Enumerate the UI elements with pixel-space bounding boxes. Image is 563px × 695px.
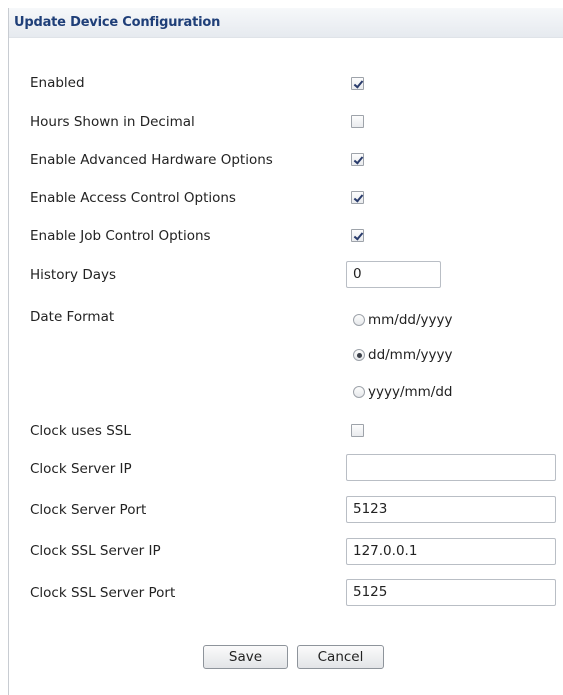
clock-server-ip-label: Clock Server IP [30, 461, 132, 477]
hours-decimal-checkbox[interactable] [351, 115, 364, 128]
clock-server-port-input[interactable]: 5123 [346, 496, 556, 523]
hours-decimal-label: Hours Shown in Decimal [30, 114, 195, 130]
clock-server-port-label: Clock Server Port [30, 502, 147, 518]
date-format-option-label: yyyy/mm/dd [368, 384, 453, 400]
access-control-label: Enable Access Control Options [30, 190, 236, 206]
clock-ssl-server-port-input[interactable]: 5125 [346, 579, 556, 606]
job-control-label: Enable Job Control Options [30, 228, 211, 244]
clock-ssl-server-ip-input[interactable]: 127.0.0.1 [346, 538, 556, 565]
access-control-checkbox[interactable] [351, 191, 364, 204]
date-format-radio-mdy[interactable] [353, 314, 365, 326]
clock-ssl-label: Clock uses SSL [30, 423, 131, 439]
date-format-radio-ymd[interactable] [353, 386, 365, 398]
advanced-hardware-checkbox[interactable] [351, 153, 364, 166]
date-format-option-label: mm/dd/yyyy [368, 312, 453, 328]
clock-ssl-server-port-label: Clock SSL Server Port [30, 585, 176, 601]
save-button[interactable]: Save [203, 645, 288, 669]
enabled-label: Enabled [30, 75, 85, 91]
date-format-radio-dmy[interactable] [353, 349, 365, 361]
history-days-input[interactable]: 0 [346, 261, 441, 288]
enabled-checkbox[interactable] [351, 77, 364, 90]
device-config-panel: Update Device Configuration Enabled Hour… [8, 8, 563, 695]
clock-ssl-server-ip-label: Clock SSL Server IP [30, 543, 161, 559]
history-days-label: History Days [30, 267, 117, 283]
clock-ssl-checkbox[interactable] [351, 424, 364, 437]
panel-title: Update Device Configuration [14, 15, 221, 30]
date-format-label: Date Format [30, 309, 115, 325]
panel-header: Update Device Configuration [9, 8, 563, 38]
job-control-checkbox[interactable] [351, 229, 364, 242]
cancel-button[interactable]: Cancel [297, 645, 384, 669]
date-format-option-label: dd/mm/yyyy [368, 347, 453, 363]
advanced-hardware-label: Enable Advanced Hardware Options [30, 152, 273, 168]
clock-server-ip-input[interactable] [346, 454, 556, 481]
